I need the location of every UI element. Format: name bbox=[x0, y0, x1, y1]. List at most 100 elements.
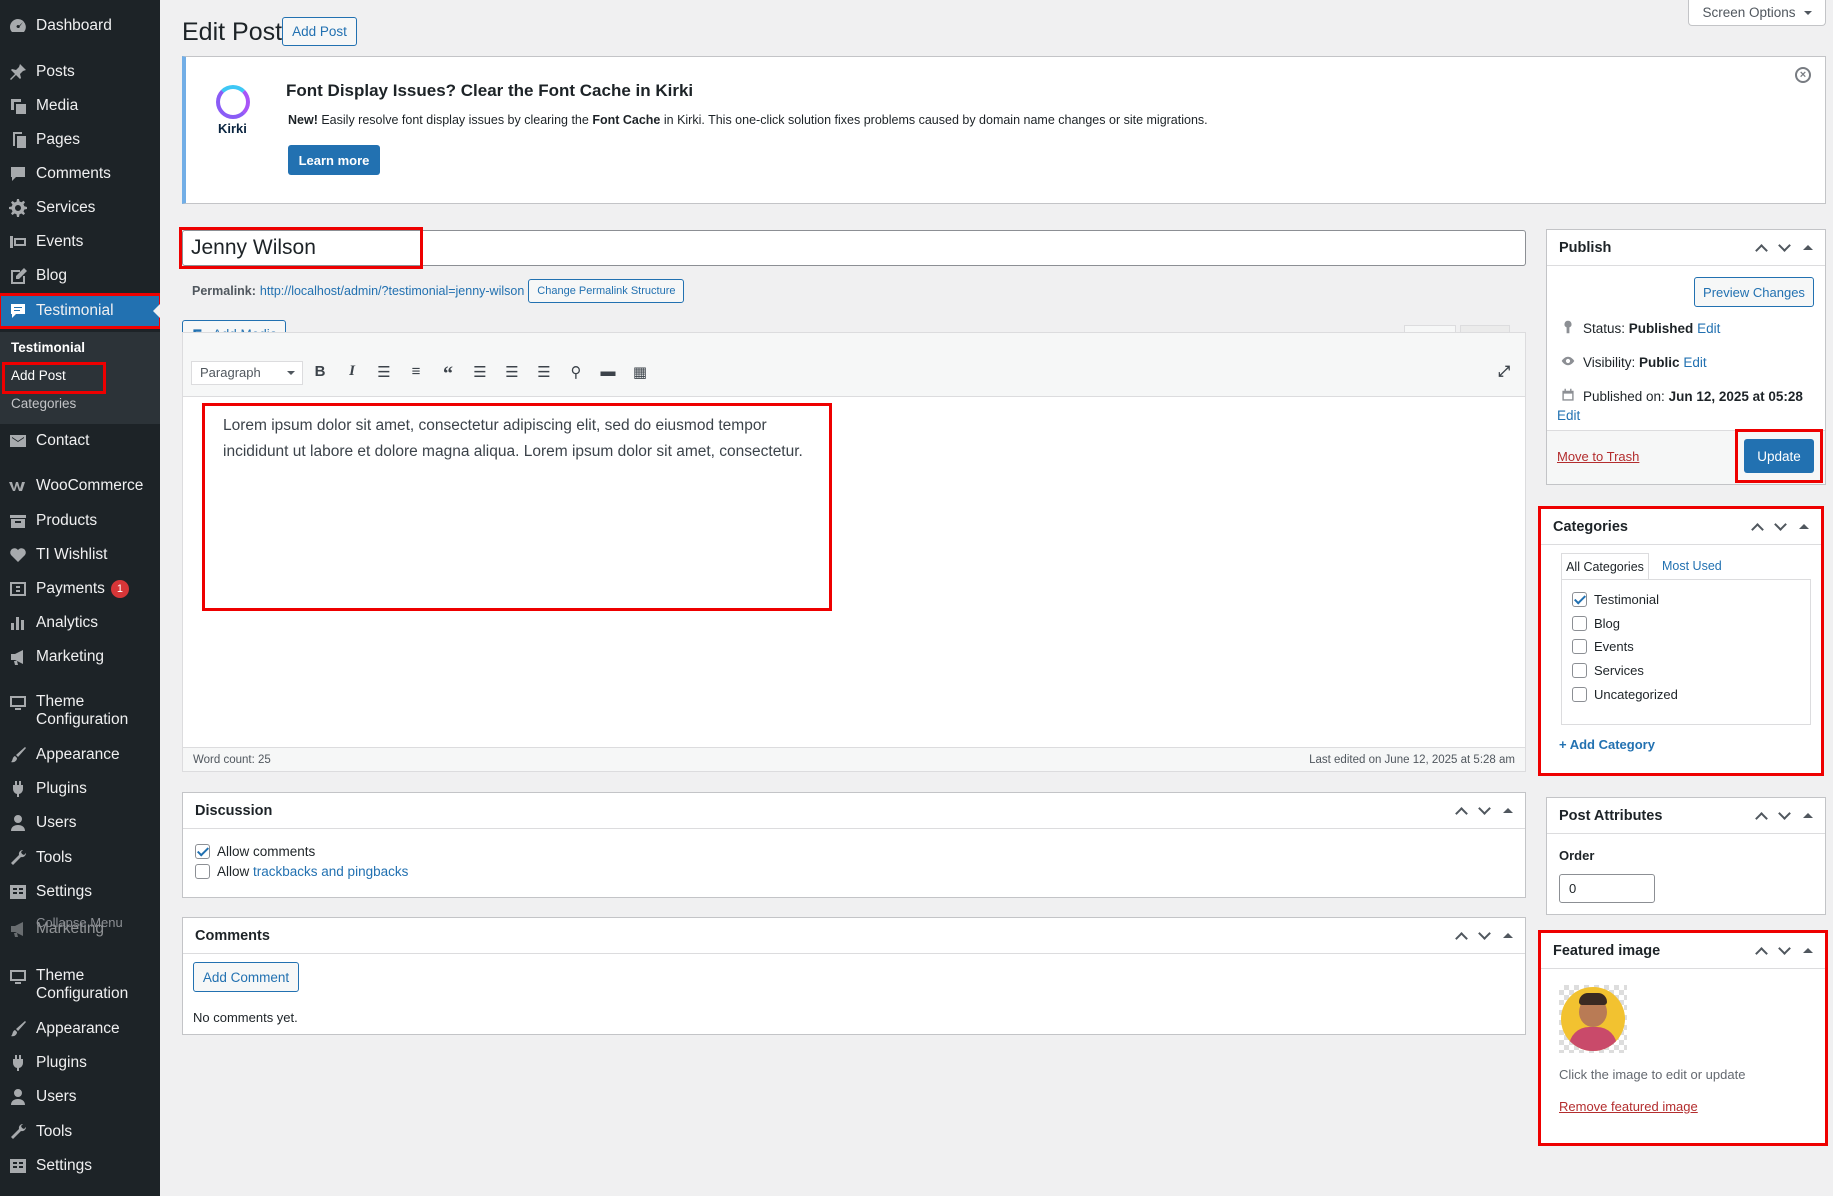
comments-header[interactable]: Comments bbox=[183, 918, 1525, 954]
move-to-trash-link[interactable]: Move to Trash bbox=[1557, 449, 1639, 464]
order-input[interactable]: 0 bbox=[1559, 874, 1655, 903]
editor-content[interactable]: Lorem ipsum dolor sit amet, consectetur … bbox=[205, 405, 825, 473]
blockquote-icon[interactable]: “ bbox=[437, 363, 459, 385]
toggle-icon[interactable] bbox=[1799, 519, 1809, 529]
update-button[interactable]: Update bbox=[1744, 439, 1814, 473]
bold-icon[interactable]: B bbox=[309, 363, 331, 383]
sidebar-item-theme-configuration[interactable]: Theme Configuration bbox=[0, 688, 160, 734]
category-checkbox[interactable] bbox=[1572, 687, 1587, 702]
category-checkbox[interactable] bbox=[1572, 663, 1587, 678]
dismiss-icon[interactable]: × bbox=[1795, 67, 1811, 83]
move-down-icon[interactable] bbox=[1478, 926, 1491, 940]
format-select[interactable]: Paragraph bbox=[191, 361, 303, 385]
sidebar-item-pages[interactable]: Pages bbox=[0, 124, 160, 156]
sidebar-item-services[interactable]: Services bbox=[0, 192, 160, 224]
edit-visibility-link[interactable]: Edit bbox=[1683, 355, 1706, 370]
toggle-icon[interactable] bbox=[1503, 928, 1513, 938]
toggle-icon[interactable] bbox=[1503, 803, 1513, 813]
preview-changes-button[interactable]: Preview Changes bbox=[1694, 277, 1814, 307]
category-item-testimonial[interactable]: Testimonial bbox=[1572, 592, 1659, 607]
bullet-list-icon[interactable]: ☰ bbox=[373, 363, 395, 383]
featured-image-header[interactable]: Featured image bbox=[1541, 933, 1825, 969]
align-left-icon[interactable]: ☰ bbox=[469, 363, 491, 383]
sidebar-item-theme-configuration-2[interactable]: Theme Configuration bbox=[0, 962, 160, 1008]
sidebar-item-plugins-2[interactable]: Plugins bbox=[0, 1047, 160, 1079]
sidebar-item-contact[interactable]: Contact bbox=[0, 425, 160, 457]
sidebar-item-users-2[interactable]: Users bbox=[0, 1081, 160, 1113]
move-up-icon[interactable] bbox=[1755, 243, 1768, 257]
discussion-header[interactable]: Discussion bbox=[183, 793, 1525, 829]
edit-status-link[interactable]: Edit bbox=[1697, 321, 1720, 336]
sidebar-item-users[interactable]: Users bbox=[0, 807, 160, 839]
categories-header[interactable]: Categories bbox=[1541, 509, 1821, 545]
publish-header[interactable]: Publish bbox=[1547, 230, 1825, 266]
align-right-icon[interactable]: ☰ bbox=[533, 363, 555, 383]
sidebar-item-appearance-2[interactable]: Appearance bbox=[0, 1013, 160, 1045]
allow-trackbacks-checkbox[interactable] bbox=[195, 864, 210, 879]
screen-options-button[interactable]: Screen Options bbox=[1688, 0, 1826, 26]
sidebar-item-testimonial[interactable]: Testimonial bbox=[0, 293, 160, 329]
allow-comments-checkbox[interactable] bbox=[195, 844, 210, 859]
sidebar-item-payments[interactable]: Payments 1 bbox=[0, 573, 160, 605]
sidebar-item-products[interactable]: Products bbox=[0, 505, 160, 537]
category-checkbox[interactable] bbox=[1572, 639, 1587, 654]
sidebar-item-settings-2[interactable]: Settings bbox=[0, 1150, 160, 1182]
move-down-icon[interactable] bbox=[1778, 941, 1791, 955]
collapse-menu-label[interactable]: Collapse Menu bbox=[36, 915, 123, 930]
numbered-list-icon[interactable]: ≡ bbox=[405, 363, 427, 383]
trackbacks-link[interactable]: trackbacks and pingbacks bbox=[253, 864, 408, 879]
post-title-input[interactable]: Jenny Wilson bbox=[179, 227, 1526, 269]
link-icon[interactable]: ⚲ bbox=[565, 363, 587, 383]
move-down-icon[interactable] bbox=[1774, 517, 1787, 531]
sidebar-item-tools-2[interactable]: Tools bbox=[0, 1116, 160, 1148]
move-up-icon[interactable] bbox=[1755, 811, 1768, 825]
category-checkbox[interactable] bbox=[1572, 592, 1587, 607]
sidebar-item-events[interactable]: Events bbox=[0, 226, 160, 258]
toggle-icon[interactable] bbox=[1803, 240, 1813, 250]
sidebar-item-woocommerce[interactable]: WooCommerce bbox=[0, 470, 160, 502]
add-category-link[interactable]: + Add Category bbox=[1559, 737, 1655, 752]
category-item-uncategorized[interactable]: Uncategorized bbox=[1572, 687, 1678, 702]
edit-date-link[interactable]: Edit bbox=[1557, 408, 1580, 423]
permalink-link[interactable]: http://localhost/admin/?testimonial=jenn… bbox=[260, 284, 524, 298]
add-comment-button[interactable]: Add Comment bbox=[193, 962, 299, 992]
move-down-icon[interactable] bbox=[1478, 801, 1491, 815]
fullscreen-icon[interactable]: ⤢ bbox=[1493, 363, 1515, 383]
featured-image-thumbnail[interactable] bbox=[1559, 985, 1627, 1053]
sidebar-item-appearance[interactable]: Appearance bbox=[0, 739, 160, 771]
sidebar-item-blog[interactable]: Blog bbox=[0, 260, 160, 292]
move-up-icon[interactable] bbox=[1755, 946, 1768, 960]
category-item-blog[interactable]: Blog bbox=[1572, 616, 1620, 631]
read-more-icon[interactable]: ▬ bbox=[597, 363, 619, 383]
remove-featured-image-link[interactable]: Remove featured image bbox=[1559, 1099, 1698, 1114]
move-up-icon[interactable] bbox=[1751, 522, 1764, 536]
italic-icon[interactable]: I bbox=[341, 363, 363, 383]
move-down-icon[interactable] bbox=[1778, 806, 1791, 820]
add-post-button[interactable]: Add Post bbox=[282, 17, 357, 46]
submenu-categories[interactable]: Categories bbox=[11, 396, 76, 411]
toggle-icon[interactable] bbox=[1803, 808, 1813, 818]
align-center-icon[interactable]: ☰ bbox=[501, 363, 523, 383]
sidebar-item-tools[interactable]: Tools bbox=[0, 842, 160, 874]
sidebar-item-dashboard[interactable]: Dashboard bbox=[0, 10, 160, 42]
category-checkbox[interactable] bbox=[1572, 616, 1587, 631]
submenu-heading[interactable]: Testimonial bbox=[11, 340, 85, 355]
learn-more-button[interactable]: Learn more bbox=[288, 145, 380, 175]
move-up-icon[interactable] bbox=[1455, 931, 1468, 945]
tab-most-used[interactable]: Most Used bbox=[1662, 559, 1722, 573]
submenu-add-post[interactable]: Add Post bbox=[2, 362, 106, 394]
category-item-services[interactable]: Services bbox=[1572, 663, 1644, 678]
sidebar-item-posts[interactable]: Posts bbox=[0, 56, 160, 88]
sidebar-item-settings[interactable]: Settings bbox=[0, 876, 160, 908]
category-item-events[interactable]: Events bbox=[1572, 639, 1634, 654]
sidebar-item-ti-wishlist[interactable]: TI Wishlist bbox=[0, 539, 160, 571]
sidebar-item-marketing[interactable]: Marketing bbox=[0, 641, 160, 673]
toggle-icon[interactable] bbox=[1803, 943, 1813, 953]
move-up-icon[interactable] bbox=[1455, 806, 1468, 820]
sidebar-item-analytics[interactable]: Analytics bbox=[0, 607, 160, 639]
toolbar-toggle-icon[interactable]: ▦ bbox=[629, 363, 651, 383]
change-permalink-button[interactable]: Change Permalink Structure bbox=[528, 279, 685, 303]
move-down-icon[interactable] bbox=[1778, 238, 1791, 252]
sidebar-item-media[interactable]: Media bbox=[0, 90, 160, 122]
sidebar-item-plugins[interactable]: Plugins bbox=[0, 773, 160, 805]
